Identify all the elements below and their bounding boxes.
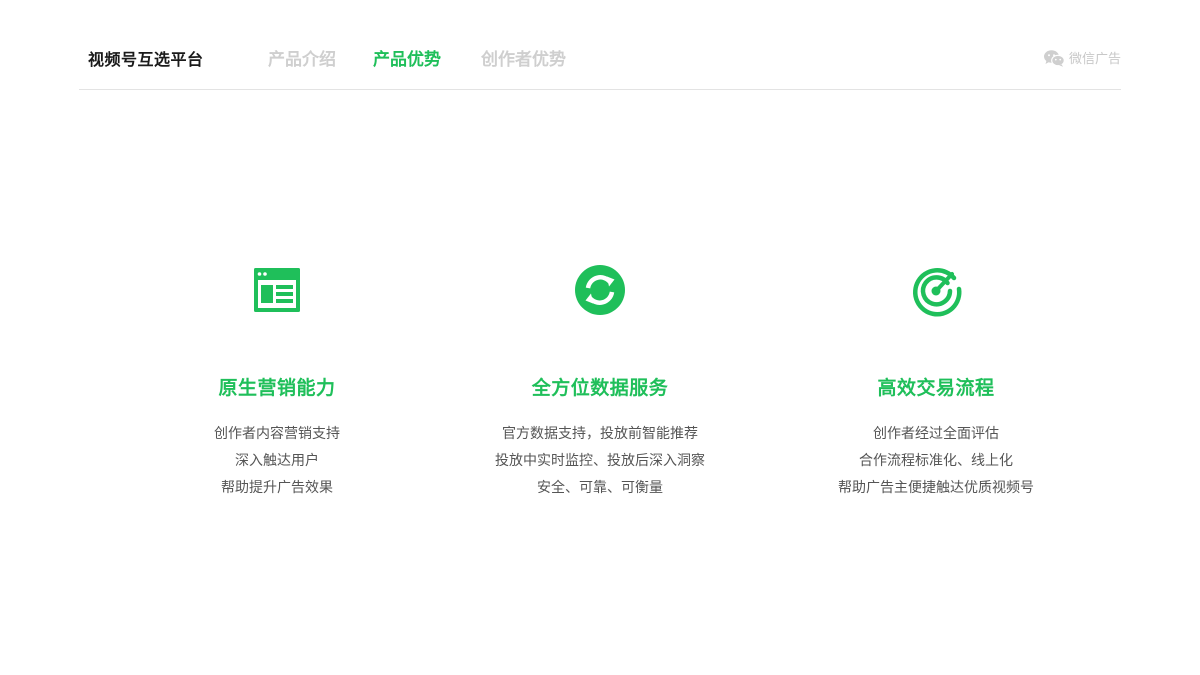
feature-line: 创作者经过全面评估 (873, 426, 999, 442)
page: 视频号互选平台 产品介绍 产品优势 创作者优势 微信广告 原生营销能力 创作者内… (0, 0, 1200, 675)
feature-line: 深入触达用户 (235, 453, 319, 469)
feature-data-service: 全方位数据服务 官方数据支持，投放前智能推荐 投放中实时监控、投放后深入洞察 安… (430, 262, 770, 502)
feature-line: 官方数据支持，投放前智能推荐 (502, 426, 698, 442)
wechat-icon (1043, 49, 1065, 67)
feature-line: 帮助广告主便捷触达优质视频号 (838, 480, 1034, 496)
feature-title: 高效交易流程 (877, 377, 995, 399)
feature-line: 投放中实时监控、投放后深入洞察 (495, 453, 705, 469)
wechat-ads-label: 微信广告 (1068, 52, 1121, 67)
tab-product-advantages[interactable]: 产品优势 (373, 45, 441, 70)
refresh-cycle-icon (575, 265, 625, 315)
feature-line: 创作者内容营销支持 (214, 426, 340, 442)
brand-title[interactable]: 视频号互选平台 (88, 46, 204, 70)
browser-window-icon (254, 268, 300, 312)
feature-efficient-trading: 高效交易流程 创作者经过全面评估 合作流程标准化、线上化 帮助广告主便捷触达优质… (766, 262, 1106, 502)
target-icon (912, 268, 962, 317)
top-header: 视频号互选平台 产品介绍 产品优势 创作者优势 微信广告 (79, 30, 1121, 90)
tab-creator-advantages[interactable]: 创作者优势 (481, 45, 566, 70)
wechat-ads-link[interactable]: 微信广告 (1043, 48, 1121, 67)
feature-line: 帮助提升广告效果 (221, 480, 333, 496)
feature-native-marketing: 原生营销能力 创作者内容营销支持 深入触达用户 帮助提升广告效果 (107, 262, 447, 502)
feature-title: 原生营销能力 (218, 377, 336, 399)
feature-line: 安全、可靠、可衡量 (537, 480, 663, 496)
feature-title: 全方位数据服务 (531, 377, 669, 399)
feature-line: 合作流程标准化、线上化 (859, 453, 1013, 469)
tab-product-intro[interactable]: 产品介绍 (268, 45, 336, 70)
